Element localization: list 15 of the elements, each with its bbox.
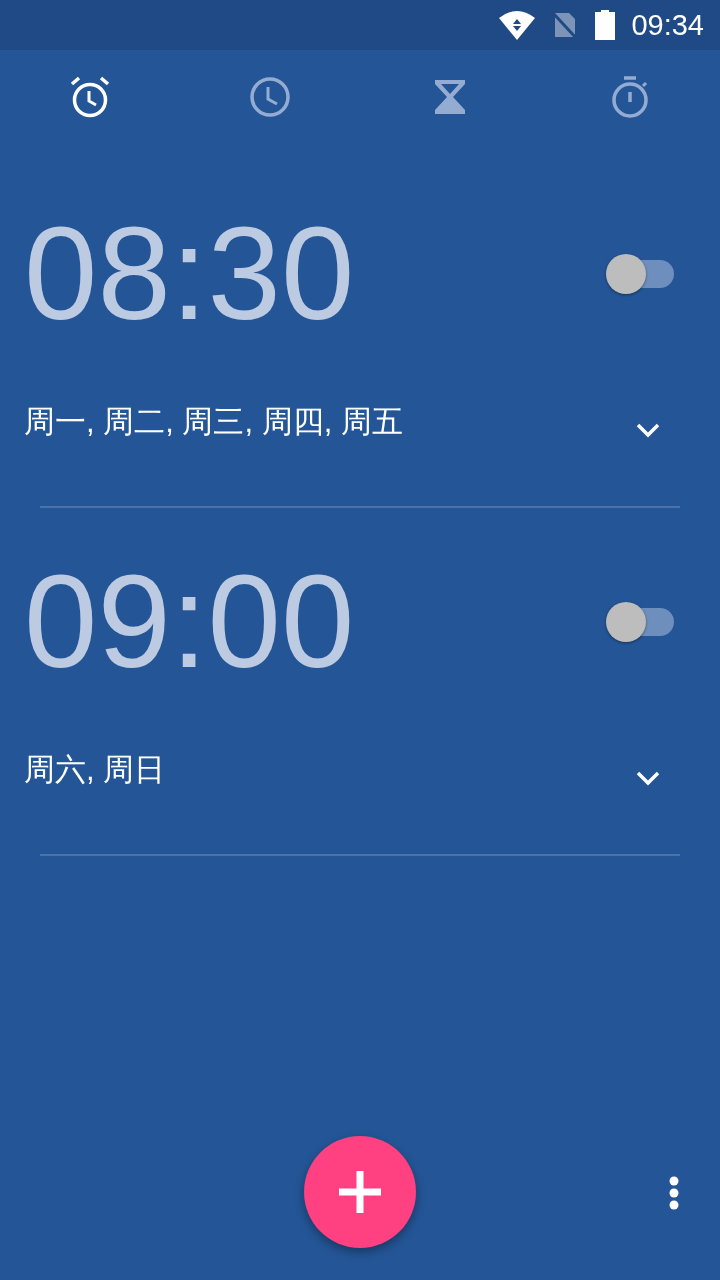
more-vertical-icon xyxy=(669,1176,679,1210)
chevron-down-icon xyxy=(635,770,661,786)
add-alarm-button[interactable] xyxy=(304,1136,416,1248)
alarm-time[interactable]: 08:30 xyxy=(24,204,355,344)
chevron-down-icon xyxy=(635,422,661,438)
clock-icon xyxy=(249,76,291,118)
battery-icon xyxy=(595,10,616,40)
alarm-clock-icon xyxy=(69,76,111,118)
plus-icon xyxy=(337,1169,383,1215)
repeat-days: 周一, 周二, 周三, 周四, 周五 xyxy=(24,404,403,440)
stopwatch-icon xyxy=(609,76,651,118)
wifi-icon xyxy=(499,10,536,40)
repeat-days: 周六, 周日 xyxy=(24,752,166,788)
status-time: 09:34 xyxy=(631,8,704,42)
alarm-time[interactable]: 09:00 xyxy=(24,552,355,692)
